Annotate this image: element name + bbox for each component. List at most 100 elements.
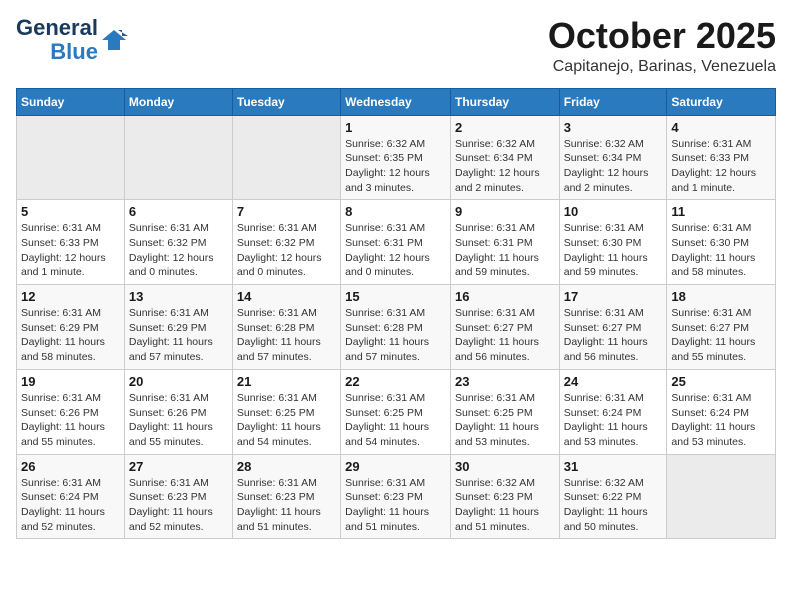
day-info: Sunrise: 6:31 AM Sunset: 6:31 PM Dayligh… (455, 221, 555, 280)
calendar-week-row: 12 Sunrise: 6:31 AM Sunset: 6:29 PM Dayli… (17, 285, 776, 370)
calendar-cell: 24Sunrise: 6:31 AM Sunset: 6:24 PM Dayli… (559, 369, 667, 454)
weekday-header: Sunday (17, 88, 125, 115)
calendar-cell (124, 115, 232, 200)
weekday-header: Thursday (450, 88, 559, 115)
calendar-body: 1 Sunrise: 6:32 AM Sunset: 6:35 PM Daylig… (17, 115, 776, 539)
calendar-cell: 15 Sunrise: 6:31 AM Sunset: 6:28 PM Dayli… (341, 285, 451, 370)
calendar-cell: 31 Sunrise: 6:32 AM Sunset: 6:22 PM Dayli… (559, 454, 667, 539)
day-number: 5 (21, 204, 120, 219)
weekday-header: Friday (559, 88, 667, 115)
weekday-header: Tuesday (232, 88, 340, 115)
logo-blue: Blue (50, 40, 98, 64)
day-info: Sunrise: 6:31 AM Sunset: 6:31 PM Dayligh… (345, 221, 446, 280)
day-info: Sunrise: 6:31 AM Sunset: 6:25 PM Dayligh… (237, 391, 336, 450)
calendar-cell: 14Sunrise: 6:31 AM Sunset: 6:28 PM Dayli… (232, 285, 340, 370)
day-number: 30 (455, 459, 555, 474)
calendar-cell: 9 Sunrise: 6:31 AM Sunset: 6:31 PM Daylig… (450, 200, 559, 285)
logo-general: General (16, 16, 98, 40)
day-info: Sunrise: 6:31 AM Sunset: 6:29 PM Dayligh… (129, 306, 228, 365)
calendar-cell: 5 Sunrise: 6:31 AM Sunset: 6:33 PM Daylig… (17, 200, 125, 285)
day-number: 20 (129, 374, 228, 389)
page-header: General Blue October 2025 Capitanejo, Ba… (16, 16, 776, 76)
day-number: 1 (345, 120, 446, 135)
day-number: 21 (237, 374, 336, 389)
day-info: Sunrise: 6:31 AM Sunset: 6:30 PM Dayligh… (671, 221, 771, 280)
day-info: Sunrise: 6:31 AM Sunset: 6:25 PM Dayligh… (345, 391, 446, 450)
calendar-cell: 10Sunrise: 6:31 AM Sunset: 6:30 PM Dayli… (559, 200, 667, 285)
day-info: Sunrise: 6:32 AM Sunset: 6:34 PM Dayligh… (455, 137, 555, 196)
weekday-header: Saturday (667, 88, 776, 115)
day-number: 31 (564, 459, 663, 474)
calendar-cell: 23Sunrise: 6:31 AM Sunset: 6:25 PM Dayli… (450, 369, 559, 454)
calendar-cell: 7 Sunrise: 6:31 AM Sunset: 6:32 PM Daylig… (232, 200, 340, 285)
day-info: Sunrise: 6:31 AM Sunset: 6:23 PM Dayligh… (129, 476, 228, 535)
day-info: Sunrise: 6:31 AM Sunset: 6:33 PM Dayligh… (671, 137, 771, 196)
day-number: 13 (129, 289, 228, 304)
day-number: 25 (671, 374, 771, 389)
day-number: 28 (237, 459, 336, 474)
calendar-cell: 11Sunrise: 6:31 AM Sunset: 6:30 PM Dayli… (667, 200, 776, 285)
day-number: 3 (564, 120, 663, 135)
calendar-cell: 1 Sunrise: 6:32 AM Sunset: 6:35 PM Daylig… (341, 115, 451, 200)
calendar-cell: 18Sunrise: 6:31 AM Sunset: 6:27 PM Dayli… (667, 285, 776, 370)
day-number: 6 (129, 204, 228, 219)
day-info: Sunrise: 6:31 AM Sunset: 6:33 PM Dayligh… (21, 221, 120, 280)
day-number: 27 (129, 459, 228, 474)
day-number: 17 (564, 289, 663, 304)
day-number: 22 (345, 374, 446, 389)
logo-icon (100, 26, 128, 54)
day-info: Sunrise: 6:32 AM Sunset: 6:22 PM Dayligh… (564, 476, 663, 535)
calendar-cell (17, 115, 125, 200)
day-info: Sunrise: 6:31 AM Sunset: 6:23 PM Dayligh… (345, 476, 446, 535)
calendar-cell: 12 Sunrise: 6:31 AM Sunset: 6:29 PM Dayli… (17, 285, 125, 370)
day-info: Sunrise: 6:32 AM Sunset: 6:34 PM Dayligh… (564, 137, 663, 196)
calendar-cell: 16 Sunrise: 6:31 AM Sunset: 6:27 PM Dayli… (450, 285, 559, 370)
day-number: 26 (21, 459, 120, 474)
calendar-cell: 21 Sunrise: 6:31 AM Sunset: 6:25 PM Dayli… (232, 369, 340, 454)
calendar-cell: 30Sunrise: 6:32 AM Sunset: 6:23 PM Dayli… (450, 454, 559, 539)
title-area: October 2025 Capitanejo, Barinas, Venezu… (548, 16, 776, 76)
calendar-cell: 29 Sunrise: 6:31 AM Sunset: 6:23 PM Dayli… (341, 454, 451, 539)
calendar-cell: 28 Sunrise: 6:31 AM Sunset: 6:23 PM Dayli… (232, 454, 340, 539)
day-info: Sunrise: 6:31 AM Sunset: 6:32 PM Dayligh… (129, 221, 228, 280)
day-number: 24 (564, 374, 663, 389)
day-number: 14 (237, 289, 336, 304)
day-number: 9 (455, 204, 555, 219)
calendar-cell: 27 Sunrise: 6:31 AM Sunset: 6:23 PM Dayli… (124, 454, 232, 539)
day-info: Sunrise: 6:31 AM Sunset: 6:29 PM Dayligh… (21, 306, 120, 365)
calendar-cell: 2 Sunrise: 6:32 AM Sunset: 6:34 PM Daylig… (450, 115, 559, 200)
day-number: 12 (21, 289, 120, 304)
calendar-cell: 13 Sunrise: 6:31 AM Sunset: 6:29 PM Dayli… (124, 285, 232, 370)
day-number: 23 (455, 374, 555, 389)
day-info: Sunrise: 6:31 AM Sunset: 6:27 PM Dayligh… (671, 306, 771, 365)
day-info: Sunrise: 6:31 AM Sunset: 6:32 PM Dayligh… (237, 221, 336, 280)
logo: General Blue (16, 16, 128, 64)
calendar-week-row: 19Sunrise: 6:31 AM Sunset: 6:26 PM Dayli… (17, 369, 776, 454)
day-info: Sunrise: 6:31 AM Sunset: 6:27 PM Dayligh… (455, 306, 555, 365)
calendar-cell (667, 454, 776, 539)
day-number: 16 (455, 289, 555, 304)
day-number: 29 (345, 459, 446, 474)
day-number: 4 (671, 120, 771, 135)
day-info: Sunrise: 6:31 AM Sunset: 6:26 PM Dayligh… (129, 391, 228, 450)
calendar-cell: 17Sunrise: 6:31 AM Sunset: 6:27 PM Dayli… (559, 285, 667, 370)
day-number: 15 (345, 289, 446, 304)
day-info: Sunrise: 6:32 AM Sunset: 6:35 PM Dayligh… (345, 137, 446, 196)
day-number: 2 (455, 120, 555, 135)
day-info: Sunrise: 6:31 AM Sunset: 6:24 PM Dayligh… (21, 476, 120, 535)
calendar-cell (232, 115, 340, 200)
calendar-cell: 19Sunrise: 6:31 AM Sunset: 6:26 PM Dayli… (17, 369, 125, 454)
calendar-cell: 22 Sunrise: 6:31 AM Sunset: 6:25 PM Dayli… (341, 369, 451, 454)
day-number: 10 (564, 204, 663, 219)
calendar-cell: 3 Sunrise: 6:32 AM Sunset: 6:34 PM Daylig… (559, 115, 667, 200)
calendar-week-row: 26 Sunrise: 6:31 AM Sunset: 6:24 PM Dayli… (17, 454, 776, 539)
calendar-cell: 25Sunrise: 6:31 AM Sunset: 6:24 PM Dayli… (667, 369, 776, 454)
day-info: Sunrise: 6:31 AM Sunset: 6:28 PM Dayligh… (345, 306, 446, 365)
calendar-cell: 8 Sunrise: 6:31 AM Sunset: 6:31 PM Daylig… (341, 200, 451, 285)
calendar-table: SundayMondayTuesdayWednesdayThursdayFrid… (16, 88, 776, 540)
day-number: 8 (345, 204, 446, 219)
calendar-week-row: 1 Sunrise: 6:32 AM Sunset: 6:35 PM Daylig… (17, 115, 776, 200)
calendar-week-row: 5 Sunrise: 6:31 AM Sunset: 6:33 PM Daylig… (17, 200, 776, 285)
day-number: 7 (237, 204, 336, 219)
day-info: Sunrise: 6:31 AM Sunset: 6:23 PM Dayligh… (237, 476, 336, 535)
